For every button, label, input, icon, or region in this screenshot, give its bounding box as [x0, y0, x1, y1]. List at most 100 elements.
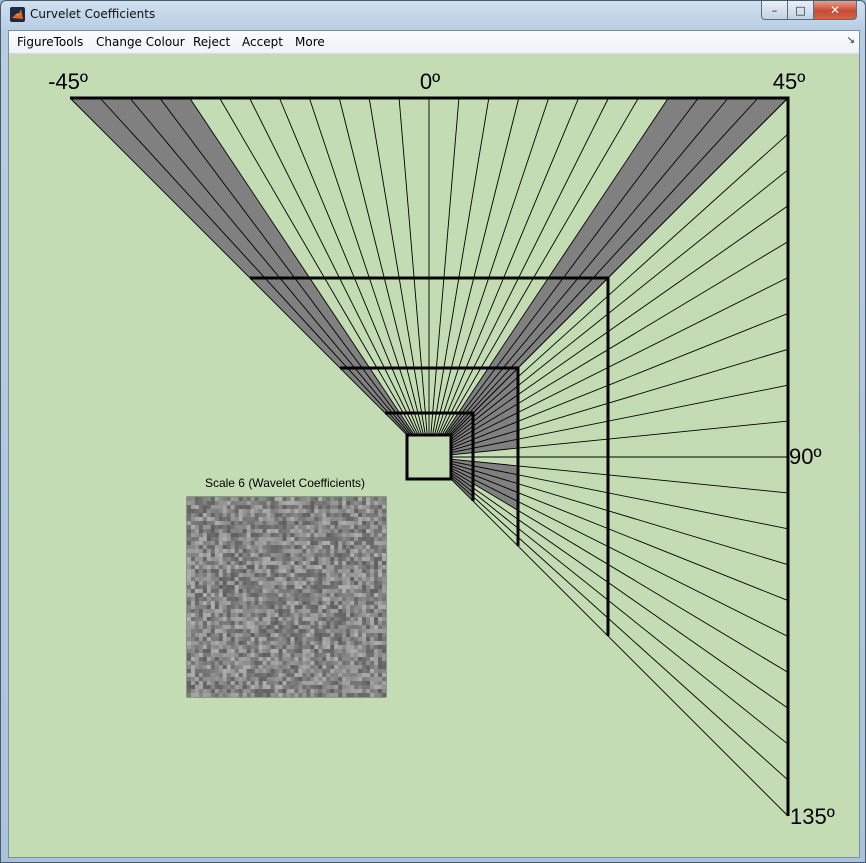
coefficient-pixel	[258, 501, 263, 505]
coefficient-pixel	[250, 593, 255, 597]
coefficient-pixel	[322, 557, 327, 561]
angle-label-0: 0º	[420, 69, 440, 94]
coefficient-pixel	[282, 557, 287, 561]
coefficient-pixel	[278, 525, 283, 529]
coefficient-pixel	[218, 581, 223, 585]
coefficient-pixel	[346, 529, 351, 533]
coefficient-pixel	[382, 605, 386, 609]
coefficient-pixel	[194, 617, 199, 621]
coefficient-pixel	[210, 565, 215, 569]
coefficient-pixel	[198, 649, 203, 653]
coefficient-pixel	[350, 521, 355, 525]
coefficient-pixel	[374, 629, 379, 633]
coefficient-pixel	[194, 685, 199, 689]
coefficient-pixel	[198, 629, 203, 633]
coefficient-pixel	[378, 693, 383, 697]
menu-figuretools[interactable]: FigureTools	[17, 35, 83, 49]
wavelet-coefficients-image[interactable]	[186, 496, 387, 698]
coefficient-pixel	[246, 637, 251, 641]
coefficient-pixel	[310, 629, 315, 633]
coefficient-pixel	[266, 569, 271, 573]
coefficient-pixel	[322, 689, 327, 693]
title-bar[interactable]: Curvelet Coefficients – □ ✕	[1, 1, 865, 29]
coefficient-pixel	[342, 509, 347, 513]
coefficient-pixel	[222, 685, 227, 689]
menu-reject[interactable]: Reject	[193, 35, 230, 49]
coefficient-pixel	[254, 541, 259, 545]
coefficient-pixel	[286, 505, 291, 509]
coefficient-pixel	[358, 541, 363, 545]
close-button[interactable]: ✕	[814, 1, 857, 20]
coefficient-pixel	[310, 645, 315, 649]
coefficient-pixel	[266, 597, 271, 601]
coefficient-pixel	[366, 577, 371, 581]
coefficient-pixel	[238, 693, 243, 697]
coefficient-pixel	[262, 525, 267, 529]
coefficient-pixel	[274, 617, 279, 621]
coefficient-pixel	[326, 565, 331, 569]
coefficient-pixel	[254, 509, 259, 513]
coefficient-pixel	[198, 589, 203, 593]
menu-more[interactable]: More	[295, 35, 325, 49]
coefficient-pixel	[302, 537, 307, 541]
coefficient-pixel	[354, 525, 359, 529]
coefficient-pixel	[318, 537, 323, 541]
coefficient-pixel	[254, 673, 259, 677]
coefficient-pixel	[222, 649, 227, 653]
coefficient-pixel	[194, 561, 199, 565]
coefficient-pixel	[190, 653, 195, 657]
coefficient-pixel	[354, 641, 359, 645]
coefficient-pixel	[306, 529, 311, 533]
coefficient-pixel	[366, 565, 371, 569]
coefficient-pixel	[366, 629, 371, 633]
coefficient-pixel	[302, 657, 307, 661]
coefficient-pixel	[190, 633, 195, 637]
coefficient-pixel	[374, 529, 379, 533]
coefficient-pixel	[318, 549, 323, 553]
coefficient-pixel	[194, 505, 199, 509]
coefficient-pixel	[262, 661, 267, 665]
coefficient-pixel	[250, 581, 255, 585]
coefficient-pixel	[370, 497, 375, 501]
coefficient-pixel	[234, 689, 239, 693]
menu-change-colour[interactable]: Change Colour	[96, 35, 185, 49]
coefficient-pixel	[187, 561, 191, 565]
coefficient-pixel	[214, 537, 219, 541]
coefficient-pixel	[346, 633, 351, 637]
curvelet-wedge-tiling[interactable]	[69, 96, 790, 817]
coefficient-pixel	[366, 609, 371, 613]
coefficient-pixel	[218, 613, 223, 617]
window-title: Curvelet Coefficients	[30, 7, 156, 21]
coefficient-pixel	[354, 521, 359, 525]
coefficient-pixel	[330, 633, 335, 637]
coefficient-pixel	[274, 605, 279, 609]
coefficient-pixel	[270, 669, 275, 673]
coefficient-pixel	[246, 525, 251, 529]
coefficient-pixel	[262, 685, 267, 689]
coefficient-pixel	[202, 585, 207, 589]
minimize-button[interactable]: –	[761, 1, 788, 20]
coefficient-pixel	[318, 577, 323, 581]
double-chevron-icon[interactable]: ↘	[847, 35, 855, 46]
menu-accept[interactable]: Accept	[242, 35, 283, 49]
coefficient-pixel	[370, 573, 375, 577]
coefficient-pixel	[318, 649, 323, 653]
coefficient-pixel	[326, 585, 331, 589]
coefficient-pixel	[342, 629, 347, 633]
coefficient-pixel	[242, 625, 247, 629]
coefficient-pixel	[202, 649, 207, 653]
coefficient-pixel	[210, 541, 215, 545]
coefficient-pixel	[342, 617, 347, 621]
curvelet-tiling-canvas[interactable]: -45º 0º 45º 90º 135º Scale 6 (Wavelet Co…	[9, 54, 859, 857]
maximize-button[interactable]: □	[788, 1, 814, 20]
coefficient-pixel	[262, 637, 267, 641]
coefficient-pixel	[218, 537, 223, 541]
coefficient-pixel	[262, 553, 267, 557]
coefficient-pixel	[326, 517, 331, 521]
coefficient-pixel	[262, 509, 267, 513]
coefficient-pixel	[366, 641, 371, 645]
coefficient-pixel	[246, 505, 251, 509]
coefficient-pixel	[338, 645, 343, 649]
coefficient-pixel	[366, 637, 371, 641]
coefficient-pixel	[330, 609, 335, 613]
